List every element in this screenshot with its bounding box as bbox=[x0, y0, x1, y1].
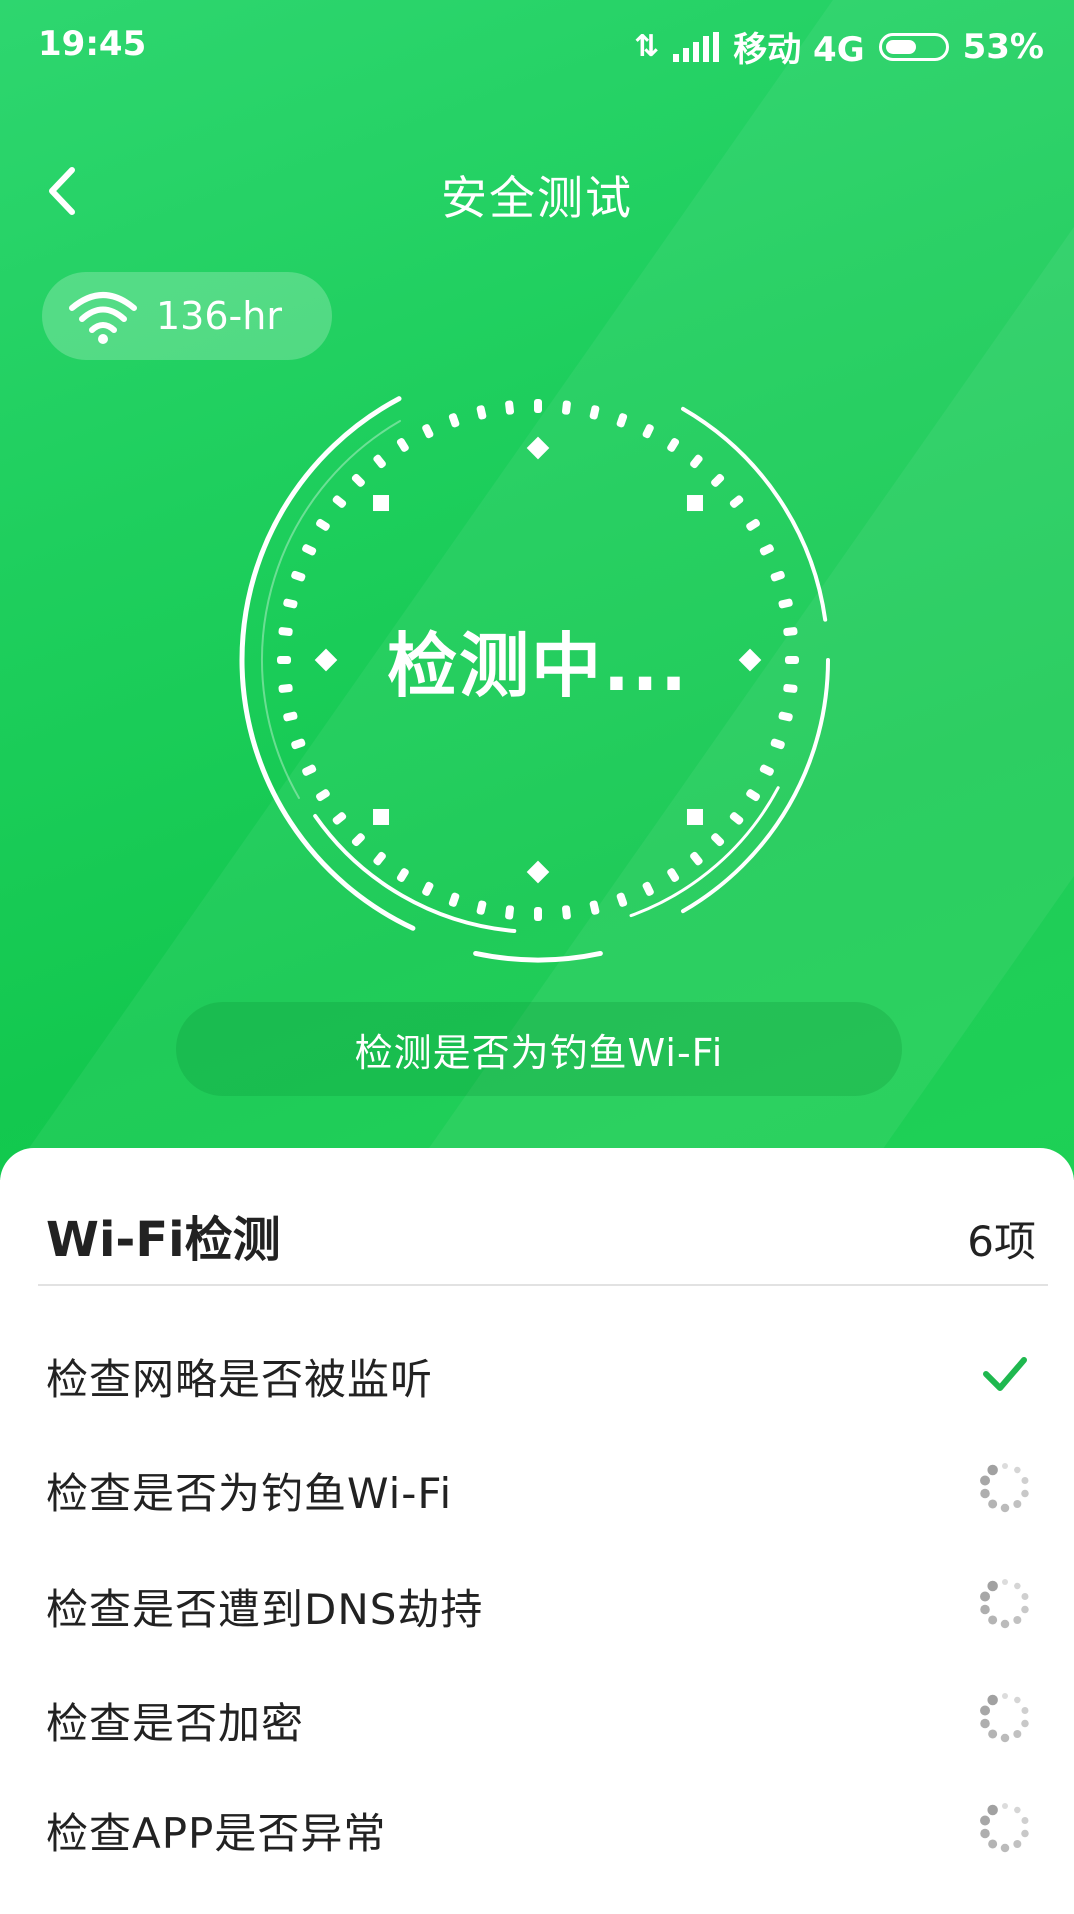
battery-icon bbox=[878, 32, 949, 61]
spinner-icon bbox=[980, 1463, 1029, 1513]
check-item: 检查是否为钓鱼Wi-Fi bbox=[0, 1432, 1074, 1542]
data-transfer-icon: ⇅ bbox=[634, 29, 660, 64]
check-item-label: 检查是否加密 bbox=[46, 1699, 305, 1748]
page-title: 安全测试 bbox=[441, 171, 633, 225]
wifi-check-panel: Wi-Fi检测 6项 检查网略是否被监听 检查是否为钓鱼Wi-Fi 检查是否遭到… bbox=[0, 1148, 1074, 1914]
spinner-icon bbox=[980, 1803, 1029, 1853]
check-item: 检查网略是否被监听 bbox=[0, 1318, 1074, 1428]
battery-percent: 53% bbox=[962, 26, 1044, 67]
check-item-label: 检查APP是否异常 bbox=[46, 1809, 387, 1858]
wifi-name: 136-hr bbox=[156, 294, 282, 338]
check-item-label: 检查网略是否被监听 bbox=[46, 1355, 434, 1404]
spinner-icon bbox=[980, 1579, 1029, 1629]
signal-icon bbox=[673, 31, 720, 62]
divider bbox=[38, 1284, 1048, 1286]
scan-status-text: 检测中... bbox=[387, 624, 689, 707]
check-item-label: 检查是否遭到DNS劫持 bbox=[46, 1585, 484, 1634]
status-bar: 19:45 ⇅ 移动 4G 53% bbox=[0, 0, 1074, 86]
carrier-label: 移动 4G bbox=[733, 30, 865, 70]
check-item-label: 检查是否为钓鱼Wi-Fi bbox=[46, 1469, 453, 1518]
panel-title: Wi-Fi检测 bbox=[46, 1212, 281, 1268]
check-item: 检查是否遭到DNS劫持 bbox=[0, 1548, 1074, 1658]
current-step-pill: 检测是否为钓鱼Wi-Fi bbox=[176, 1002, 902, 1096]
navigation-bar: 安全测试 bbox=[0, 140, 1074, 240]
panel-count: 6项 bbox=[967, 1217, 1036, 1266]
spinner-icon bbox=[980, 1693, 1029, 1743]
checkmark-icon bbox=[983, 1357, 1027, 1391]
check-item: 检查是否加密 bbox=[0, 1662, 1074, 1772]
check-item: 检查APP是否异常 bbox=[0, 1772, 1074, 1882]
status-indicators: ⇅ 移动 4G 53% bbox=[634, 22, 1044, 71]
wifi-network-badge: 136-hr bbox=[42, 272, 332, 360]
status-time: 19:45 bbox=[38, 24, 147, 64]
wifi-icon bbox=[69, 292, 137, 344]
